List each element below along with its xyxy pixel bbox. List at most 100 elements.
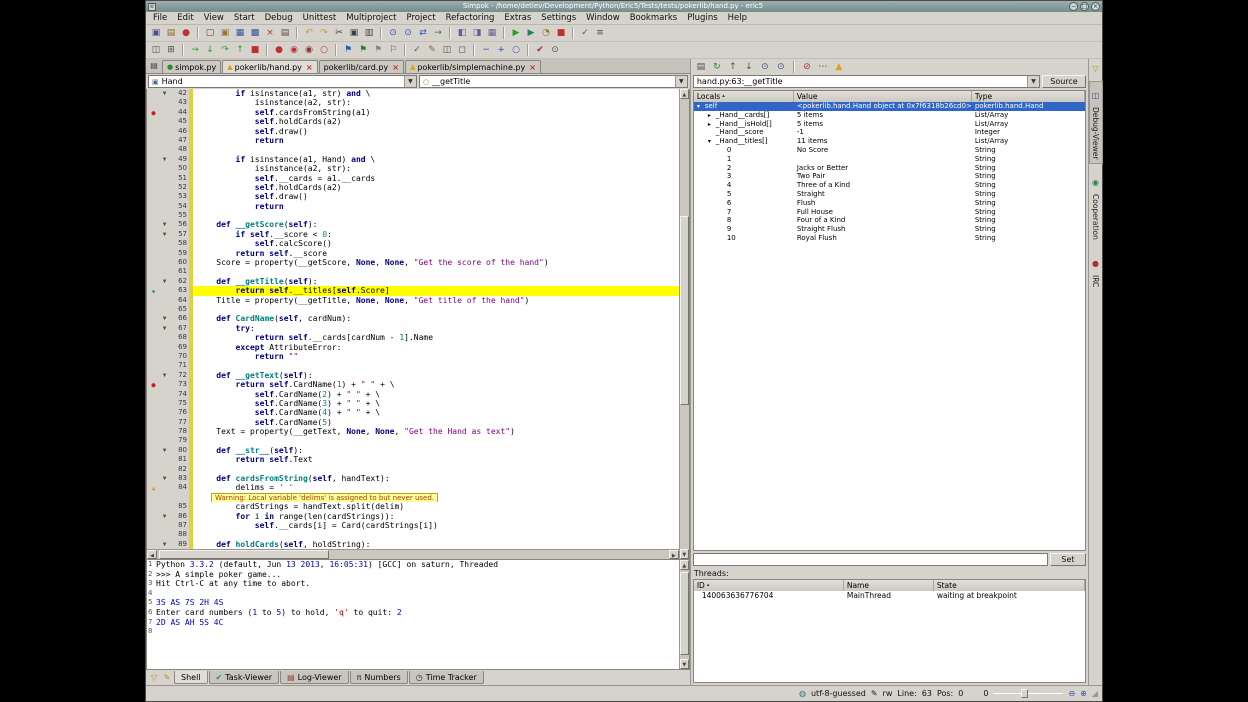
fold-icon[interactable]: ▼	[163, 278, 167, 285]
scroll-down-icon[interactable]: ▼	[680, 659, 689, 669]
menu-item-unittest[interactable]: Unittest	[298, 13, 342, 23]
code-text[interactable]: self.CardName(3) + " " + \	[193, 399, 679, 408]
code-text[interactable]: self.CardName(4) + " " + \	[193, 408, 679, 417]
marker-margin[interactable]	[147, 174, 160, 183]
viewmanager-icon[interactable]: ◫	[149, 43, 163, 57]
marker-margin[interactable]	[147, 361, 160, 370]
marker-margin[interactable]	[147, 324, 160, 333]
layout-icon[interactable]: ⊞	[164, 43, 178, 57]
locals-row[interactable]: 7Full HouseString	[694, 208, 1085, 217]
zoom-in-icon[interactable]: +	[494, 43, 508, 57]
marker-margin[interactable]	[147, 136, 160, 145]
editor-tab[interactable]: ▲pokerlib/hand.py×	[222, 60, 317, 73]
right-tab-debug-viewer[interactable]: ◫Debug-Viewer	[1089, 81, 1103, 164]
fold-margin[interactable]	[160, 455, 169, 464]
code-text[interactable]: return	[193, 136, 679, 145]
fold-icon[interactable]: ▼	[163, 447, 167, 454]
code-text[interactable]: if self.__score < 0:	[193, 230, 679, 239]
source-display-icon[interactable]: ▤	[694, 60, 708, 74]
marker-margin[interactable]	[147, 371, 160, 380]
editor-vscrollbar[interactable]: ▲ ▼	[679, 89, 689, 559]
fold-margin[interactable]: ▼	[160, 314, 169, 323]
locals-row[interactable]: 0No ScoreString	[694, 146, 1085, 155]
fold-margin[interactable]	[160, 117, 169, 126]
fold-margin[interactable]	[160, 296, 169, 305]
fold-icon[interactable]: ▼	[163, 231, 167, 238]
menu-item-refactoring[interactable]: Refactoring	[441, 13, 500, 23]
fold-icon[interactable]: ▼	[163, 90, 167, 97]
code-text[interactable]: return self.CardName(1) + " " + \	[193, 380, 679, 389]
breakpoint-icon[interactable]: ●	[151, 381, 155, 389]
shell-panel[interactable]: 1Python 3.3.2 (default, Jun 13 2013, 16:…	[146, 560, 690, 670]
fold-margin[interactable]: ▼	[160, 220, 169, 229]
new-project-icon[interactable]: ◧	[455, 26, 469, 40]
vscroll-thumb[interactable]	[680, 572, 689, 656]
fold-margin[interactable]	[160, 465, 169, 474]
fold-margin[interactable]	[160, 361, 169, 370]
locals-row[interactable]: 10Royal FlushString	[694, 234, 1085, 243]
marker-margin[interactable]	[147, 512, 160, 521]
fold-margin[interactable]	[160, 333, 169, 342]
shell-vscrollbar[interactable]: ▲ ▼	[679, 560, 689, 669]
fold-margin[interactable]	[160, 399, 169, 408]
locals-row[interactable]: ▸_Hand__isHold[]5 itemsList/Array	[694, 120, 1085, 129]
new-file-icon[interactable]: ▢	[203, 26, 217, 40]
fold-margin[interactable]	[160, 305, 169, 314]
clear-bookmarks-icon[interactable]: ⚐	[386, 43, 400, 57]
scroll-right-icon[interactable]: ▶	[669, 550, 679, 559]
marker-margin[interactable]: ●	[147, 380, 160, 389]
fold-margin[interactable]: ▼	[160, 371, 169, 380]
cut-icon[interactable]: ✂	[332, 26, 346, 40]
code-text[interactable]: except AttributeError:	[193, 343, 679, 352]
marker-margin[interactable]	[147, 230, 160, 239]
code-text[interactable]: self.__cards = a1.__cards	[193, 174, 679, 183]
chevron-down-icon[interactable]: ▼	[404, 76, 416, 87]
clear-breakpoints-icon[interactable]: ○	[317, 43, 331, 57]
zoom-in-icon[interactable]: ⊕	[1080, 689, 1087, 698]
project-search-icon[interactable]: ⊙	[548, 43, 562, 57]
code-text[interactable]: Title = property(__getTitle, None, None,…	[193, 296, 679, 305]
refresh-view-icon[interactable]: ↻	[710, 60, 724, 74]
marker-margin[interactable]	[147, 418, 160, 427]
marker-margin[interactable]	[147, 408, 160, 417]
code-text[interactable]: self.draw()	[193, 192, 679, 201]
code-text[interactable]	[193, 267, 679, 276]
vscroll-thumb[interactable]	[680, 216, 689, 405]
locals-column-type[interactable]: Type	[972, 91, 1085, 102]
locals-row[interactable]: 5StraightString	[694, 190, 1085, 199]
fold-margin[interactable]	[160, 211, 169, 220]
print-icon[interactable]: ▤	[278, 26, 292, 40]
search-icon[interactable]: ⊙	[386, 26, 400, 40]
marker-margin[interactable]	[147, 155, 160, 164]
code-text[interactable]: def __getTitle(self):	[193, 277, 679, 286]
bottom-tab-log-viewer[interactable]: ▤Log-Viewer	[280, 671, 348, 684]
code-text[interactable]	[193, 465, 679, 474]
code-text[interactable]	[193, 530, 679, 539]
marker-margin[interactable]	[147, 117, 160, 126]
fold-margin[interactable]	[160, 136, 169, 145]
menu-item-window[interactable]: Window	[581, 13, 625, 23]
fold-margin[interactable]	[160, 408, 169, 417]
fold-margin[interactable]	[160, 502, 169, 511]
marker-margin[interactable]	[147, 127, 160, 136]
marker-margin[interactable]: ◆	[147, 286, 160, 295]
code-text[interactable]: self.draw()	[193, 127, 679, 136]
menu-item-bookmarks[interactable]: Bookmarks	[625, 13, 683, 23]
marker-margin[interactable]	[147, 455, 160, 464]
fold-icon[interactable]: ▼	[163, 315, 167, 322]
continue-icon[interactable]: →	[188, 43, 202, 57]
tab-close-icon[interactable]: ×	[529, 63, 536, 72]
unittest-icon[interactable]: ✓	[578, 26, 592, 40]
redo-icon[interactable]: ↷	[317, 26, 331, 40]
tab-list-icon[interactable]: ▤	[148, 61, 160, 73]
copy-icon[interactable]: ▣	[347, 26, 361, 40]
code-text[interactable]: return	[193, 202, 679, 211]
fold-margin[interactable]	[160, 390, 169, 399]
fold-margin[interactable]	[160, 530, 169, 539]
fold-icon[interactable]: ▼	[163, 221, 167, 228]
locals-row[interactable]: 3Two PairString	[694, 172, 1085, 181]
menu-item-extras[interactable]: Extras	[499, 13, 536, 23]
code-text[interactable]: self.__cards[i] = Card(cardStrings[i])	[193, 521, 679, 530]
variable-input[interactable]	[693, 553, 1048, 566]
step-out-icon[interactable]: ↑	[233, 43, 247, 57]
